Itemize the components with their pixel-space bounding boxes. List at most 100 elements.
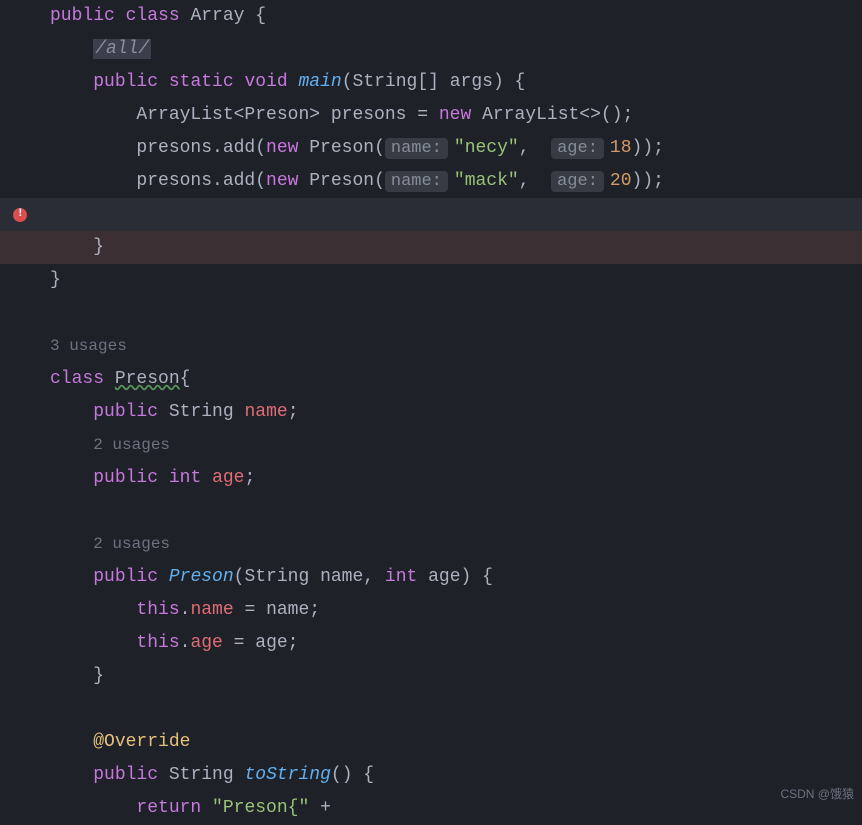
usages-hint[interactable]: 2 usages bbox=[0, 528, 862, 561]
text: . bbox=[180, 600, 191, 620]
text: + bbox=[309, 798, 331, 818]
brace: } bbox=[50, 270, 61, 290]
text: Preson( bbox=[298, 171, 384, 191]
brace: { bbox=[244, 6, 266, 26]
field: name bbox=[244, 402, 287, 422]
string: "Preson{" bbox=[212, 798, 309, 818]
text bbox=[234, 765, 245, 785]
code-line[interactable]: presons.add(new Cat(name:"money", age:10… bbox=[0, 198, 862, 231]
keyword: return bbox=[136, 798, 201, 818]
text: ; bbox=[288, 402, 299, 422]
keyword: class bbox=[50, 369, 104, 389]
keyword: public bbox=[93, 468, 158, 488]
code-line[interactable]: public static void main(String[] args) { bbox=[0, 66, 862, 99]
number: 18 bbox=[610, 138, 632, 158]
brace: } bbox=[50, 666, 104, 686]
code-line[interactable]: presons.add(new Preson(name:"mack", age:… bbox=[0, 165, 862, 198]
code-line[interactable]: } bbox=[0, 231, 862, 264]
keyword: new bbox=[266, 138, 298, 158]
text bbox=[158, 468, 169, 488]
usages-hint[interactable]: 3 usages bbox=[0, 330, 862, 363]
code-line[interactable]: public int age; bbox=[0, 462, 862, 495]
code-editor[interactable]: public class Array { /all/ public static… bbox=[0, 0, 862, 825]
field: age bbox=[212, 468, 244, 488]
code-line[interactable]: public Preson(String name, int age) { bbox=[0, 561, 862, 594]
keyword: class bbox=[126, 6, 180, 26]
blank-line[interactable] bbox=[0, 495, 862, 528]
keyword: new bbox=[439, 105, 471, 125]
text: age) { bbox=[417, 567, 493, 587]
text bbox=[201, 468, 212, 488]
text: , bbox=[519, 171, 551, 191]
text: . bbox=[180, 633, 191, 653]
keyword: public bbox=[93, 402, 158, 422]
blank-line[interactable] bbox=[0, 693, 862, 726]
text: , bbox=[519, 138, 551, 158]
field: name bbox=[190, 600, 233, 620]
keyword: public bbox=[50, 6, 115, 26]
keyword: public bbox=[93, 765, 158, 785]
text: ArrayList<>(); bbox=[471, 105, 633, 125]
text: )); bbox=[632, 171, 664, 191]
text: ArrayList<Preson> presons = bbox=[50, 105, 439, 125]
usages-label: 2 usages bbox=[93, 436, 170, 454]
text: () { bbox=[331, 765, 374, 785]
keyword: static bbox=[169, 72, 234, 92]
keyword: this bbox=[136, 600, 179, 620]
code-line[interactable]: /all/ bbox=[0, 33, 862, 66]
class-name: Preson bbox=[115, 369, 180, 389]
error-icon[interactable] bbox=[13, 208, 27, 222]
text bbox=[234, 402, 245, 422]
text bbox=[104, 369, 115, 389]
code-line[interactable]: presons.add(new Preson(name: "necy", age:… bbox=[0, 132, 862, 165]
keyword: int bbox=[385, 567, 417, 587]
text: )); bbox=[632, 138, 664, 158]
constructor: Preson bbox=[169, 567, 234, 587]
code-line[interactable]: return "Preson{" + bbox=[0, 792, 862, 825]
text bbox=[50, 798, 136, 818]
string: "mack" bbox=[454, 171, 519, 191]
param-hint: name: bbox=[385, 138, 448, 159]
text bbox=[50, 600, 136, 620]
code-line[interactable]: this.age = age; bbox=[0, 627, 862, 660]
blank-line[interactable] bbox=[0, 297, 862, 330]
gutter bbox=[0, 198, 40, 231]
number: 20 bbox=[610, 171, 632, 191]
param-hint: age: bbox=[551, 171, 604, 192]
code-line[interactable]: public String name; bbox=[0, 396, 862, 429]
string: "necy" bbox=[454, 138, 519, 158]
param-hint: age: bbox=[551, 138, 604, 159]
watermark: CSDN @饿猿 bbox=[780, 778, 854, 811]
text bbox=[158, 567, 169, 587]
code-line[interactable]: } bbox=[0, 264, 862, 297]
code-line[interactable]: ArrayList<Preson> presons = new ArrayLis… bbox=[0, 99, 862, 132]
text: presons.add( bbox=[50, 138, 266, 158]
text bbox=[50, 633, 136, 653]
usages-hint[interactable]: 2 usages bbox=[0, 429, 862, 462]
type: String bbox=[169, 765, 234, 785]
params: (String name, bbox=[234, 567, 385, 587]
method-name: main bbox=[299, 72, 342, 92]
keyword: new bbox=[266, 171, 298, 191]
text: Preson( bbox=[298, 138, 384, 158]
keyword: void bbox=[244, 72, 287, 92]
code-line[interactable]: } bbox=[0, 660, 862, 693]
code-line[interactable]: public String toString() { bbox=[0, 759, 862, 792]
code-line[interactable]: this.name = name; bbox=[0, 594, 862, 627]
comment: /all/ bbox=[93, 39, 151, 59]
code-line[interactable]: class Preson{ bbox=[0, 363, 862, 396]
type: String bbox=[169, 402, 234, 422]
brace: { bbox=[180, 369, 191, 389]
code-line[interactable]: public class Array { bbox=[0, 0, 862, 33]
method-name: toString bbox=[244, 765, 330, 785]
usages-label: 2 usages bbox=[93, 535, 170, 553]
text: = name; bbox=[234, 600, 320, 620]
code-line[interactable]: @Override bbox=[0, 726, 862, 759]
keyword: this bbox=[136, 633, 179, 653]
text: = age; bbox=[223, 633, 299, 653]
class-name: Array bbox=[190, 6, 244, 26]
usages-label: 3 usages bbox=[50, 337, 127, 355]
annotation: @Override bbox=[93, 732, 190, 752]
keyword: int bbox=[169, 468, 201, 488]
text bbox=[201, 798, 212, 818]
